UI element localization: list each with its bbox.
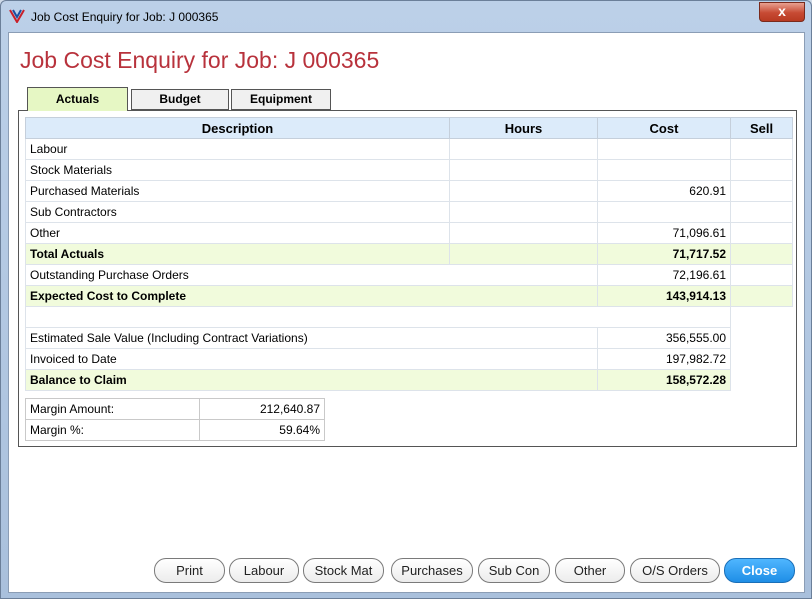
spacer-cell — [25, 306, 731, 328]
row-sell-empty — [730, 348, 793, 370]
table-row[interactable]: Sub Contractors — [25, 201, 793, 223]
table-row[interactable]: Outstanding Purchase Orders 72,196.61 — [25, 264, 793, 286]
row-cost: 72,196.61 — [597, 264, 731, 286]
row-description: Outstanding Purchase Orders — [25, 264, 598, 286]
row-cost: 356,555.00 — [597, 327, 731, 349]
row-cost: 71,717.52 — [597, 243, 731, 265]
row-cost: 158,572.28 — [597, 369, 731, 391]
row-description: Sub Contractors — [25, 201, 450, 223]
margin-summary-table: Margin Amount: 212,640.87 Margin %: 59.6… — [25, 398, 325, 441]
table-row[interactable]: Estimated Sale Value (Including Contract… — [25, 327, 793, 349]
job-cost-table: Description Hours Cost Sell Labour Stock… — [25, 117, 793, 391]
sub-con-button[interactable]: Sub Con — [478, 558, 550, 583]
row-cost: 620.91 — [597, 180, 731, 202]
balance-to-claim-row[interactable]: Balance to Claim 158,572.28 — [25, 369, 793, 391]
column-header-description[interactable]: Description — [25, 117, 450, 139]
table-row[interactable]: Labour — [25, 138, 793, 160]
row-hours — [449, 222, 598, 244]
row-description: Estimated Sale Value (Including Contract… — [25, 327, 598, 349]
row-sell — [730, 159, 793, 181]
row-sell — [730, 222, 793, 244]
title-bar[interactable]: Job Cost Enquiry for Job: J 000365 x — [1, 1, 811, 33]
margin-pct-label: Margin %: — [25, 419, 200, 441]
row-description: Total Actuals — [25, 243, 450, 265]
tab-budget[interactable]: Budget — [131, 89, 229, 110]
purchases-button[interactable]: Purchases — [391, 558, 473, 583]
row-sell-empty — [730, 285, 793, 307]
row-cost — [597, 201, 731, 223]
row-hours — [449, 138, 598, 160]
tab-actuals[interactable]: Actuals — [27, 87, 128, 111]
column-header-cost[interactable]: Cost — [597, 117, 731, 139]
margin-amount-label: Margin Amount: — [25, 398, 200, 420]
print-button[interactable]: Print — [154, 558, 225, 583]
app-logo-icon — [9, 9, 25, 23]
column-header-hours[interactable]: Hours — [449, 117, 598, 139]
expected-cost-row[interactable]: Expected Cost to Complete 143,914.13 — [25, 285, 793, 307]
row-description: Other — [25, 222, 450, 244]
actuals-panel: Description Hours Cost Sell Labour Stock… — [18, 110, 797, 447]
table-row[interactable]: Purchased Materials 620.91 — [25, 180, 793, 202]
row-sell — [730, 201, 793, 223]
close-button[interactable]: Close — [724, 558, 795, 583]
margin-amount-value: 212,640.87 — [199, 398, 325, 420]
table-header-row: Description Hours Cost Sell — [25, 117, 793, 139]
stock-mat-button[interactable]: Stock Mat — [303, 558, 384, 583]
margin-amount-row: Margin Amount: 212,640.87 — [25, 398, 325, 420]
row-description: Labour — [25, 138, 450, 160]
row-cost — [597, 159, 731, 181]
labour-button[interactable]: Labour — [229, 558, 299, 583]
row-cost: 197,982.72 — [597, 348, 731, 370]
other-button[interactable]: Other — [555, 558, 625, 583]
row-cost: 143,914.13 — [597, 285, 731, 307]
table-row[interactable]: Stock Materials — [25, 159, 793, 181]
row-description: Expected Cost to Complete — [25, 285, 598, 307]
row-sell — [730, 243, 793, 265]
row-hours — [449, 243, 598, 265]
row-description: Balance to Claim — [25, 369, 598, 391]
job-cost-enquiry-window: Job Cost Enquiry for Job: J 000365 x Job… — [0, 0, 812, 599]
row-cost: 71,096.61 — [597, 222, 731, 244]
row-hours — [449, 180, 598, 202]
window-close-button[interactable]: x — [759, 2, 805, 22]
row-sell — [730, 180, 793, 202]
row-sell-empty — [730, 264, 793, 286]
row-sell-empty — [730, 369, 793, 391]
window-title: Job Cost Enquiry for Job: J 000365 — [31, 10, 219, 24]
row-hours — [449, 159, 598, 181]
row-sell — [730, 138, 793, 160]
total-actuals-row[interactable]: Total Actuals 71,717.52 — [25, 243, 793, 265]
row-description: Purchased Materials — [25, 180, 450, 202]
margin-pct-row: Margin %: 59.64% — [25, 419, 325, 441]
margin-pct-value: 59.64% — [199, 419, 325, 441]
row-hours — [449, 201, 598, 223]
table-row[interactable]: Invoiced to Date 197,982.72 — [25, 348, 793, 370]
table-row[interactable]: Other 71,096.61 — [25, 222, 793, 244]
tab-equipment[interactable]: Equipment — [231, 89, 331, 110]
spacer-row — [25, 306, 793, 328]
row-cost — [597, 138, 731, 160]
os-orders-button[interactable]: O/S Orders — [630, 558, 720, 583]
row-sell-empty — [730, 327, 793, 349]
row-description: Invoiced to Date — [25, 348, 598, 370]
column-header-sell[interactable]: Sell — [730, 117, 793, 139]
row-description: Stock Materials — [25, 159, 450, 181]
dialog-body: Job Cost Enquiry for Job: J 000365 Actua… — [8, 32, 805, 593]
spacer-cell — [730, 306, 793, 328]
page-title: Job Cost Enquiry for Job: J 000365 — [20, 47, 380, 73]
